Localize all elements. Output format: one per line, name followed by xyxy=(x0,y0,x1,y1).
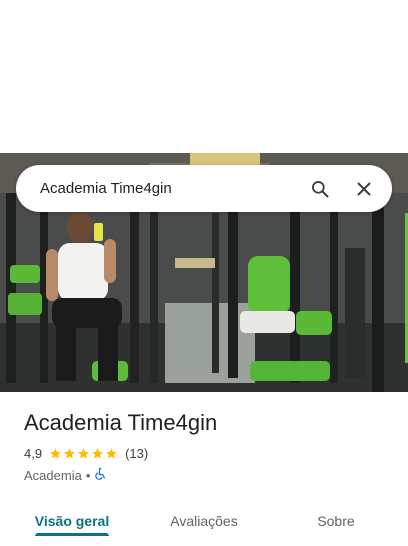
search-icon[interactable] xyxy=(298,165,342,212)
star-icon xyxy=(106,448,117,459)
tab-about[interactable]: Sobre xyxy=(286,498,386,544)
place-category: Academia xyxy=(24,467,82,483)
tab-overview[interactable]: Visão geral xyxy=(22,498,122,544)
star-icon xyxy=(92,448,103,459)
wheelchair-icon xyxy=(94,467,107,483)
place-details-panel: Academia Time4gin 4,9 (13) Academia • Vi… xyxy=(0,392,408,546)
star-icon xyxy=(50,448,61,459)
close-icon[interactable] xyxy=(342,165,386,212)
separator: • xyxy=(85,467,91,483)
review-count: (13) xyxy=(125,446,149,461)
category-row: Academia • xyxy=(24,467,107,483)
search-bar[interactable]: Academia Time4gin xyxy=(16,165,392,212)
place-title: Academia Time4gin xyxy=(24,410,218,435)
search-input[interactable]: Academia Time4gin xyxy=(16,180,298,197)
place-tabs: Visão geral Avaliações Sobre xyxy=(0,498,408,546)
map-empty-area xyxy=(0,0,408,153)
active-tab-indicator xyxy=(35,533,109,536)
rating-value: 4,9 xyxy=(24,446,43,461)
tab-reviews[interactable]: Avaliações xyxy=(154,498,254,544)
rating-row[interactable]: 4,9 (13) xyxy=(24,446,148,461)
rating-stars xyxy=(49,447,119,460)
star-icon xyxy=(78,448,89,459)
star-icon xyxy=(64,448,75,459)
